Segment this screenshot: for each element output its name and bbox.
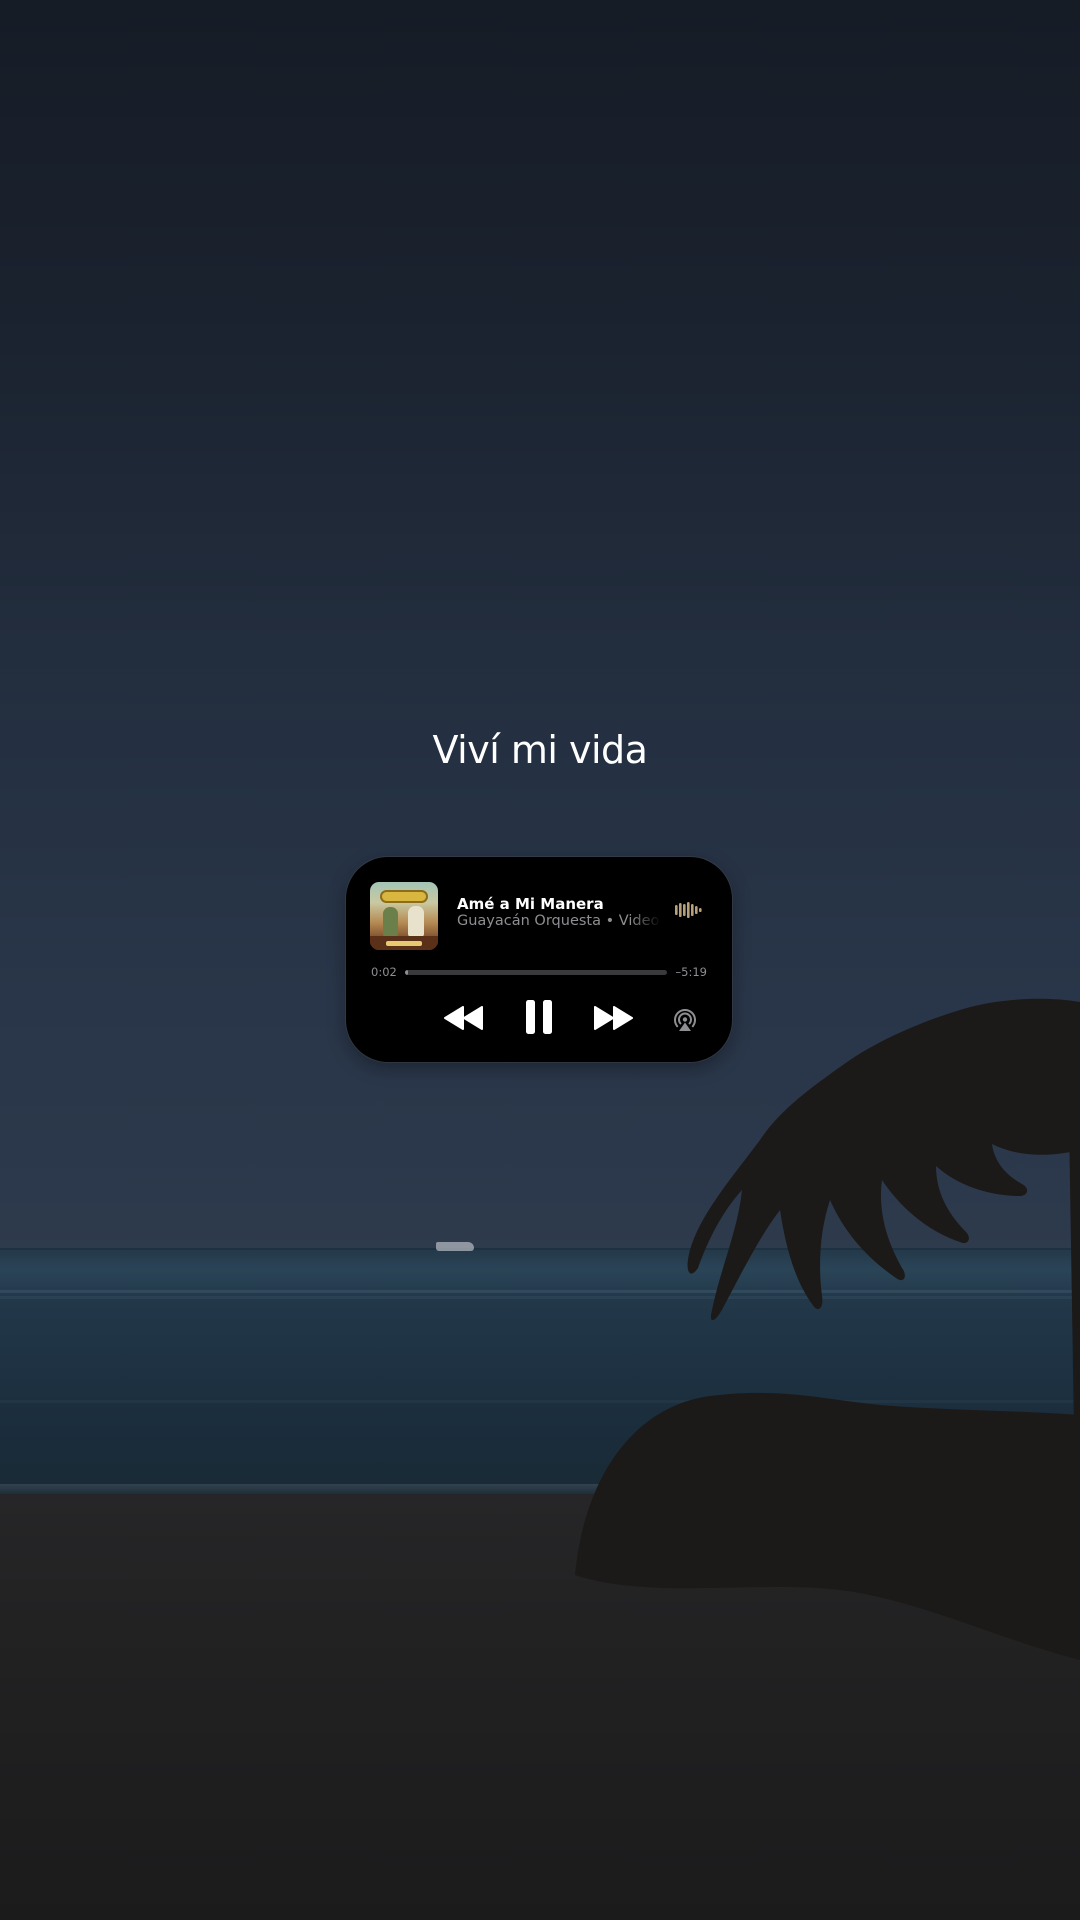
pause-icon[interactable] — [525, 1000, 553, 1034]
lyric-title: Viví mi vida — [432, 728, 648, 772]
song-subtitle: Guayacán Orquesta • Video dis — [457, 913, 661, 929]
song-title: Amé a Mi Manera — [457, 895, 604, 913]
progress-fill — [405, 970, 408, 975]
background-scene: Viví mi vida Amé a Mi Manera Guayacán Or… — [0, 0, 1080, 1920]
airplay-icon[interactable] — [672, 1007, 698, 1033]
progress-bar[interactable] — [405, 970, 667, 975]
audio-waveform-icon — [675, 902, 702, 918]
fast-forward-icon[interactable] — [593, 1006, 633, 1030]
remaining-time: –5:19 — [675, 965, 707, 979]
now-playing-widget[interactable]: Amé a Mi Manera Guayacán Orquesta • Vide… — [346, 857, 732, 1062]
rewind-icon[interactable] — [444, 1006, 484, 1030]
album-artwork[interactable] — [370, 882, 438, 950]
elapsed-time: 0:02 — [371, 965, 397, 979]
